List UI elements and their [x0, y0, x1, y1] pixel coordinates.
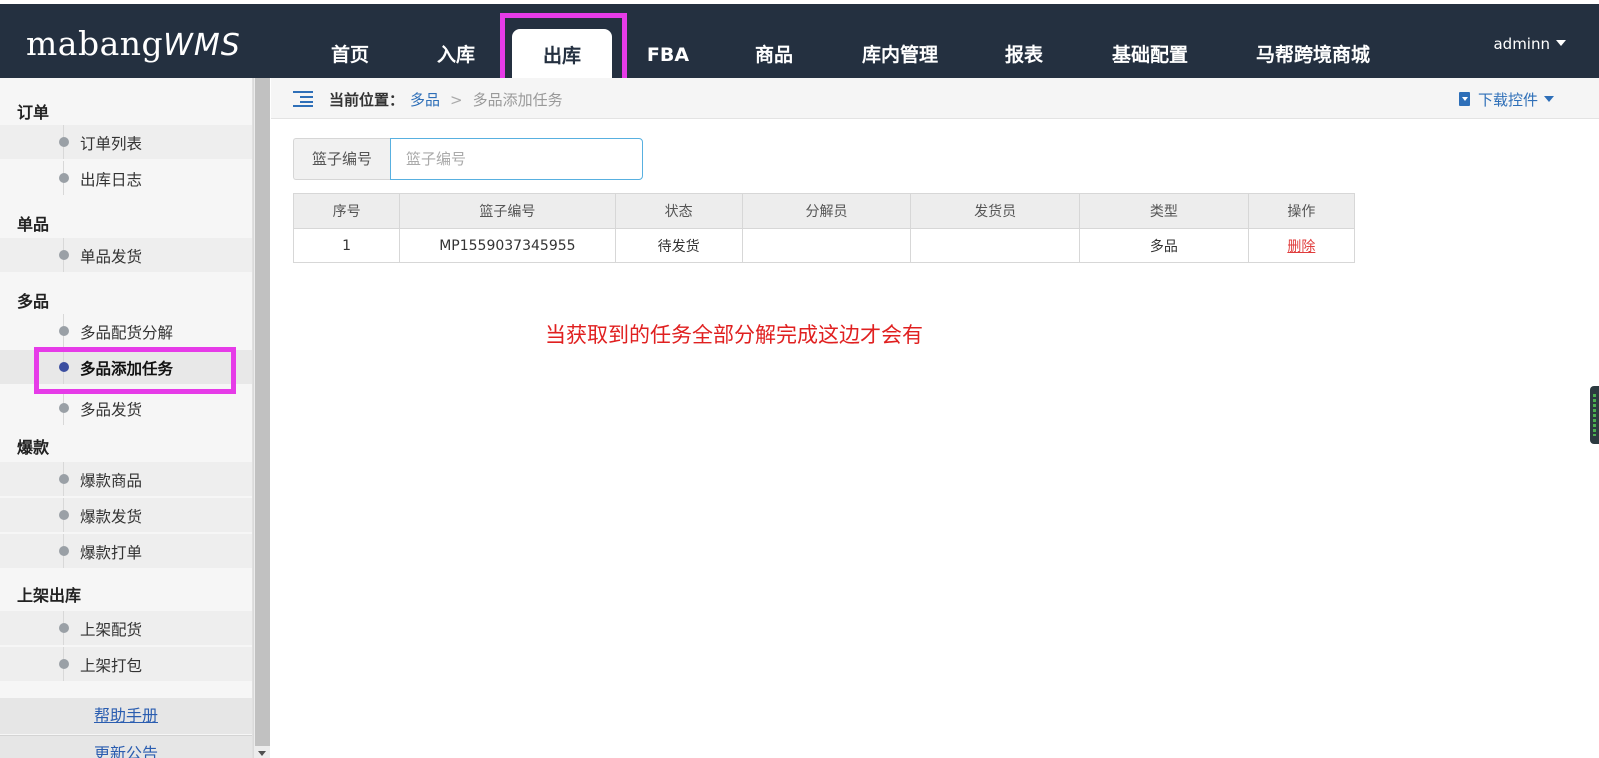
nav-tab-home[interactable]: 首页 — [318, 28, 382, 78]
download-icon — [1458, 92, 1470, 106]
cell-index: 1 — [292, 228, 401, 263]
bullet-icon — [59, 326, 69, 336]
chevron-down-icon — [1556, 40, 1566, 46]
cell-type: 多品 — [1079, 228, 1249, 263]
basket-number-input[interactable] — [390, 138, 643, 180]
help-manual-link[interactable]: 帮助手册 — [94, 706, 158, 725]
column-header-splitter: 分解员 — [741, 193, 912, 229]
sidebar-item-label: 爆款商品 — [80, 472, 143, 490]
sidebar-item-label: 出库日志 — [80, 171, 143, 189]
table-row: 1 MP1559037345955 待发货 多品 删除 — [292, 228, 1356, 263]
annotation-note: 当获取到的任务全部分解完成这边才会有 — [545, 323, 923, 347]
breadcrumb-separator: > — [450, 91, 463, 109]
sidebar-section-orders: 订单 — [17, 103, 50, 122]
cell-action: 删除 — [1247, 228, 1356, 263]
nav-tab-mall[interactable]: 马帮跨境商城 — [1248, 28, 1378, 78]
sidebar-item-order-list[interactable]: 订单列表 — [0, 125, 252, 159]
bullet-icon — [59, 510, 69, 520]
breadcrumb-bar: 当前位置： 多品 > 多品添加任务 下载控件 — [271, 78, 1599, 119]
sidebar-item-label: 单品发货 — [80, 248, 143, 266]
sidebar-item-label: 多品配货分解 — [80, 324, 174, 342]
column-header-action: 操作 — [1247, 193, 1356, 229]
bullet-icon — [59, 659, 69, 669]
user-menu[interactable]: adminn — [1493, 35, 1566, 53]
app-logo[interactable]: mabangWMS — [26, 24, 241, 66]
breadcrumb-current: 多品添加任务 — [472, 91, 563, 109]
sidebar-item-label: 多品添加任务 — [80, 360, 174, 378]
nav-tab-warehouse-mgmt[interactable]: 库内管理 — [856, 28, 944, 78]
bullet-icon — [59, 173, 69, 183]
cell-shipper — [910, 228, 1081, 263]
sidebar-item-hot-ship[interactable]: 爆款发货 — [0, 498, 252, 532]
sidebar-section-hot: 爆款 — [17, 438, 50, 457]
scroll-down-arrow-icon[interactable] — [258, 751, 266, 756]
cell-splitter — [741, 228, 912, 263]
download-plugin-label: 下载控件 — [1477, 91, 1538, 109]
sidebar-section-single: 单品 — [17, 215, 50, 234]
bullet-icon — [59, 546, 69, 556]
sidebar-item-label: 上架配货 — [80, 621, 143, 639]
column-header-basket: 篮子编号 — [399, 193, 616, 229]
scrollbar-thumb[interactable] — [255, 78, 270, 746]
delete-link[interactable]: 删除 — [1287, 239, 1315, 255]
sidebar-item-multi-allocate[interactable]: 多品配货分解 — [0, 314, 252, 348]
cell-basket-number: MP1559037345955 — [399, 228, 616, 263]
top-nav-bar: mabangWMS 首页 入库 出库 FBA 商品 库内管理 报表 基础配置 马… — [0, 0, 1599, 78]
sidebar-item-multi-add-task[interactable]: 多品添加任务 — [0, 350, 252, 384]
table-header-row: 序号 篮子编号 状态 分解员 发货员 类型 操作 — [292, 193, 1356, 229]
sidebar-item-single-ship[interactable]: 单品发货 — [0, 238, 252, 272]
bullet-icon — [59, 250, 69, 260]
nav-tab-inbound[interactable]: 入库 — [424, 28, 488, 78]
sidebar-toggle-icon[interactable] — [293, 91, 313, 107]
nav-tab-fba[interactable]: FBA — [636, 28, 700, 78]
bullet-icon — [59, 137, 69, 147]
nav-tab-reports[interactable]: 报表 — [992, 28, 1056, 78]
update-notice-link[interactable]: 更新公告 — [94, 744, 158, 758]
breadcrumb-prefix: 当前位置： — [329, 91, 405, 109]
sidebar-item-multi-ship[interactable]: 多品发货 — [0, 391, 252, 425]
column-header-shipper: 发货员 — [910, 193, 1081, 229]
breadcrumb: 当前位置： 多品 > 多品添加任务 — [329, 89, 563, 110]
bullet-icon — [59, 623, 69, 633]
sidebar-item-label: 多品发货 — [80, 401, 143, 419]
nav-tab-base-config[interactable]: 基础配置 — [1102, 28, 1198, 78]
top-border-strip — [0, 0, 1599, 4]
username: adminn — [1493, 35, 1550, 53]
sidebar-item-label: 上架打包 — [80, 657, 143, 675]
sidebar-footer-help: 帮助手册 — [0, 698, 252, 734]
sidebar-item-outbound-log[interactable]: 出库日志 — [0, 161, 252, 195]
logo-accent-text: WMS — [163, 28, 241, 63]
sidebar-item-label: 爆款打单 — [80, 544, 143, 562]
sidebar-item-label: 订单列表 — [80, 135, 143, 153]
sidebar-item-label: 爆款发货 — [80, 508, 143, 526]
column-header-index: 序号 — [292, 193, 401, 229]
chevron-down-icon — [1544, 96, 1554, 102]
column-header-status: 状态 — [614, 193, 743, 229]
sidebar-item-shelf-allocate[interactable]: 上架配货 — [0, 611, 252, 645]
nav-tab-products[interactable]: 商品 — [742, 28, 806, 78]
column-header-type: 类型 — [1079, 193, 1249, 229]
sidebar-section-multi: 多品 — [17, 292, 50, 311]
bullet-icon — [59, 403, 69, 413]
download-plugin-button[interactable]: 下载控件 — [1458, 89, 1554, 110]
bullet-icon — [59, 362, 69, 372]
sidebar-item-hot-products[interactable]: 爆款商品 — [0, 462, 252, 496]
sidebar: 订单 订单列表 出库日志 单品 单品发货 多品 多品配货分解 多品添加任务 多品… — [0, 78, 253, 758]
sidebar-scrollbar[interactable] — [253, 78, 270, 758]
basket-number-label: 篮子编号 — [293, 138, 390, 180]
nav-tab-outbound[interactable]: 出库 — [512, 29, 612, 78]
cell-status: 待发货 — [614, 228, 743, 263]
bullet-icon — [59, 474, 69, 484]
sidebar-footer-updates: 更新公告 — [0, 735, 252, 758]
sidebar-item-hot-print[interactable]: 爆款打单 — [0, 534, 252, 568]
breadcrumb-parent-link[interactable]: 多品 — [410, 91, 440, 109]
sidebar-item-shelf-pack[interactable]: 上架打包 — [0, 647, 252, 681]
task-table: 序号 篮子编号 状态 分解员 发货员 类型 操作 1 MP15590373459… — [292, 193, 1356, 263]
logo-text: mabang — [26, 24, 164, 63]
floating-side-widget[interactable] — [1590, 386, 1599, 444]
sidebar-section-shelf: 上架出库 — [17, 586, 82, 605]
